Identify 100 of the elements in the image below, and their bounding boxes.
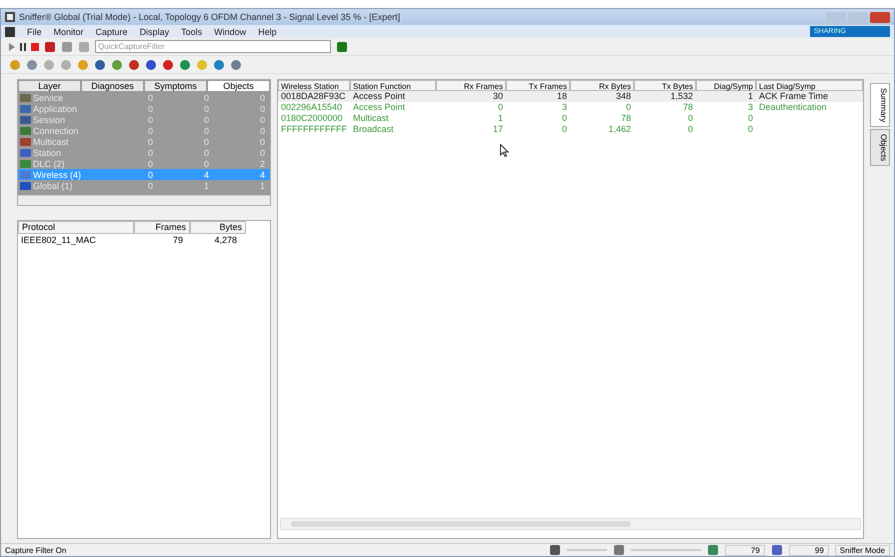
table-cell-text: 3 — [746, 102, 754, 113]
count-value: 0 — [258, 92, 265, 102]
row-label: DLC (2) — [33, 158, 66, 168]
side-tab[interactable]: Objects — [870, 129, 890, 166]
column-header[interactable]: Station Function — [350, 80, 436, 91]
horizontal-scrollbar[interactable] — [280, 518, 861, 530]
table-cell-text: 1,462 — [607, 124, 632, 135]
column-header[interactable]: Bytes — [190, 221, 246, 234]
toolbar-icon[interactable] — [94, 58, 106, 70]
pane-tab[interactable]: Objects — [207, 80, 270, 92]
count-value: 0 — [258, 136, 265, 146]
table-cell-text: ACK Frame Time — [758, 91, 830, 102]
count-value: 0 — [202, 148, 209, 158]
table-cell-text: 3 — [560, 102, 568, 113]
menu-item[interactable]: Monitor — [54, 26, 84, 36]
object-icon — [20, 126, 31, 136]
count-value: 0 — [146, 126, 153, 136]
horizontal-scrollbar[interactable] — [18, 195, 270, 205]
table-cell-text: 0018DA28F93C — [280, 91, 347, 102]
pane-tab[interactable]: Symptoms — [144, 80, 207, 92]
count-value: 0 — [146, 180, 153, 190]
column-header[interactable]: Tx Frames — [506, 80, 570, 91]
table-cell-text: 0 — [746, 113, 754, 124]
count-value: 0 — [146, 148, 153, 158]
count-value: 2 — [258, 158, 265, 168]
window-title: Sniffer® Global (Trial Mode) - Local, Topology 6 OFDM Channel 3 - Signal Level 35 % - [Expert] — [19, 12, 402, 22]
table-cell-text: 78 — [620, 113, 632, 124]
column-header[interactable]: Tx Bytes — [634, 80, 696, 91]
table-row[interactable]: FFFFFFFFFFFF Broadcast 17 0 1,462 0 0 — [278, 124, 863, 135]
object-icon — [20, 170, 31, 180]
count-value: 0 — [146, 104, 153, 114]
toolbar-icon[interactable] — [111, 58, 123, 70]
table-cell-text: 1 — [746, 91, 754, 102]
close-button[interactable] — [870, 12, 890, 22]
column-header[interactable]: Diag/Symp — [696, 80, 756, 91]
menu-item[interactable]: File — [27, 26, 42, 36]
table-cell-text: 002296A15540 — [280, 102, 344, 113]
percent-value: 99 — [788, 544, 829, 556]
table-cell-text: 0 — [560, 113, 568, 124]
count-value: 1 — [258, 180, 265, 190]
table-cell-text: Access Point — [352, 91, 406, 102]
table-cell-text: 4,278 — [213, 234, 238, 246]
count-value: 0 — [202, 104, 209, 114]
table-row[interactable]: 0180C2000000 Multicast 1 0 78 0 0 — [278, 113, 863, 124]
toolbar-icon[interactable] — [213, 58, 225, 70]
column-header[interactable]: Last Diag/Symp — [756, 80, 863, 91]
menu-item[interactable]: Display — [140, 26, 170, 36]
row-label: Application — [33, 104, 78, 114]
pane-tab[interactable]: Layer — [18, 80, 81, 92]
count-value: 0 — [202, 114, 209, 124]
table-cell-text: 0 — [746, 124, 754, 135]
table-cell-text: 0 — [686, 124, 694, 135]
count-value: 0 — [258, 126, 265, 136]
row-label: Multicast — [33, 136, 70, 146]
column-header[interactable]: Frames — [134, 221, 190, 234]
row-label: Session — [33, 114, 66, 124]
app-icon — [5, 12, 15, 22]
count-value: 0 — [202, 126, 209, 136]
object-icon — [20, 92, 31, 102]
toolbar-icon[interactable] — [26, 58, 38, 70]
toolbar-icon[interactable] — [230, 58, 242, 70]
menu-item[interactable]: Capture — [96, 26, 128, 36]
column-header[interactable]: Wireless Station — [278, 80, 350, 91]
column-header[interactable]: Rx Frames — [436, 80, 506, 91]
table-row[interactable]: 0018DA28F93C Access Point 30 18 348 1,532 1 ACK Frame Time — [278, 91, 863, 102]
pause-icon[interactable] — [20, 42, 26, 50]
toolbar-icon[interactable] — [128, 58, 140, 70]
menu-item[interactable]: Window — [214, 26, 246, 36]
row-label: Station — [33, 148, 62, 158]
side-tab[interactable]: Summary — [870, 83, 890, 128]
table-cell-text: Broadcast — [352, 124, 395, 135]
mode-indicator: Sniffer Mode — [834, 544, 890, 556]
table-cell-text: 348 — [614, 91, 632, 102]
table-cell-text: 79 — [172, 234, 184, 246]
object-icon — [20, 114, 31, 124]
count-value: 0 — [202, 92, 209, 102]
table-cell-text: Access Point — [352, 102, 406, 113]
table-cell-text: 0180C2000000 — [280, 113, 344, 124]
mouse-pointer-icon — [500, 144, 509, 157]
column-header[interactable]: Rx Bytes — [570, 80, 634, 91]
count-value: 0 — [258, 148, 265, 158]
table-cell-text: FFFFFFFFFFFF — [280, 124, 348, 135]
column-header[interactable]: Protocol — [18, 221, 134, 234]
pane-tab[interactable]: Diagnoses — [81, 80, 144, 92]
stop-icon[interactable] — [31, 42, 39, 50]
menu-item[interactable]: Help — [258, 26, 277, 36]
menu-item[interactable]: Tools — [181, 26, 202, 36]
count-value: 0 — [202, 158, 209, 168]
toolbar-icon[interactable] — [162, 58, 174, 70]
row-label: Service — [33, 92, 64, 102]
count-value: 0 — [146, 170, 153, 180]
table-cell-text: 18 — [556, 91, 568, 102]
toolbar-icon[interactable] — [145, 58, 157, 70]
toolbar-icon[interactable] — [179, 58, 191, 70]
play-icon[interactable] — [9, 42, 15, 50]
table-cell-text: 0 — [624, 102, 632, 113]
status-message: Capture Filter On — [5, 546, 66, 554]
table-cell-text: 1,532 — [669, 91, 694, 102]
capture-filter-field[interactable]: QuickCaptureFilter — [95, 40, 331, 53]
table-row[interactable]: 002296A15540 Access Point 0 3 0 78 3 Deauthentication — [278, 102, 863, 113]
